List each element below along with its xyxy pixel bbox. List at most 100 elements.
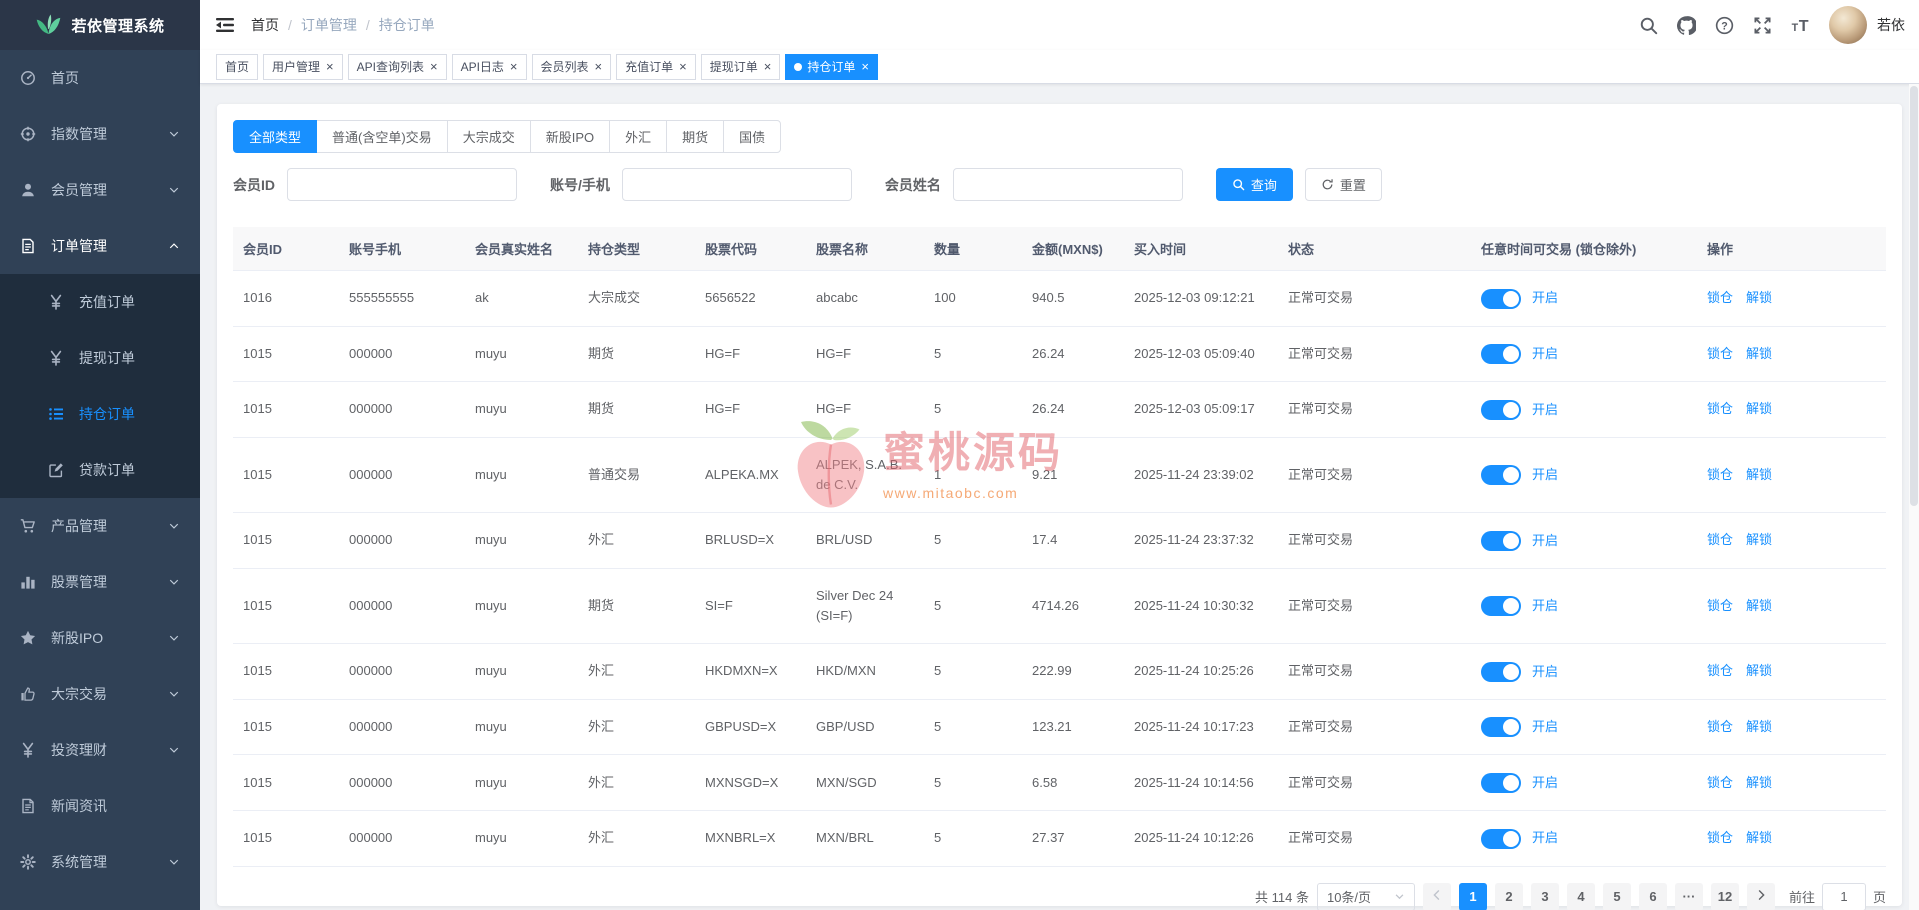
search-icon[interactable] xyxy=(1639,16,1658,35)
sidebar-item-0[interactable]: 首页 xyxy=(0,50,200,106)
next-page-button[interactable] xyxy=(1747,883,1775,910)
action-link-0[interactable]: 锁仓 xyxy=(1707,598,1733,613)
type-tab-0[interactable]: 全部类型 xyxy=(233,120,317,153)
sidebar-subitem-3[interactable]: 贷款订单 xyxy=(0,442,200,498)
account-phone-input[interactable] xyxy=(622,168,852,201)
sidebar-subitem-0[interactable]: 充值订单 xyxy=(0,274,200,330)
tradable-toggle[interactable] xyxy=(1481,717,1521,737)
member-name-input[interactable] xyxy=(953,168,1183,201)
help-icon[interactable]: ? xyxy=(1715,16,1734,35)
tag-4[interactable]: 会员列表× xyxy=(532,54,612,80)
page-button-4[interactable]: 4 xyxy=(1567,883,1595,910)
tag-5[interactable]: 充值订单× xyxy=(616,54,696,80)
action-link-0[interactable]: 锁仓 xyxy=(1707,467,1733,482)
pager-ellipsis[interactable]: ··· xyxy=(1675,883,1703,910)
close-icon[interactable]: × xyxy=(679,60,687,73)
action-link-0[interactable]: 锁仓 xyxy=(1707,346,1733,361)
action-link-1[interactable]: 解锁 xyxy=(1746,598,1772,613)
close-icon[interactable]: × xyxy=(595,60,603,73)
breadcrumb-item-0[interactable]: 首页 xyxy=(251,15,279,35)
tradable-toggle[interactable] xyxy=(1481,400,1521,420)
close-icon[interactable]: × xyxy=(764,60,772,73)
page-button-12[interactable]: 12 xyxy=(1711,883,1739,910)
sidebar-item-11[interactable]: 参数设置 xyxy=(0,890,200,910)
action-link-1[interactable]: 解锁 xyxy=(1746,401,1772,416)
action-link-0[interactable]: 锁仓 xyxy=(1707,532,1733,547)
github-icon[interactable] xyxy=(1677,16,1696,35)
action-link-0[interactable]: 锁仓 xyxy=(1707,775,1733,790)
scrollbar-thumb[interactable] xyxy=(1910,86,1918,506)
sidebar-item-1[interactable]: 指数管理 xyxy=(0,106,200,162)
app-logo[interactable]: 若依管理系统 xyxy=(0,0,200,50)
close-icon[interactable]: × xyxy=(861,60,869,73)
tradable-toggle[interactable] xyxy=(1481,344,1521,364)
tag-7[interactable]: 持仓订单× xyxy=(785,54,878,80)
type-tab-1[interactable]: 普通(含空单)交易 xyxy=(316,120,448,153)
action-link-1[interactable]: 解锁 xyxy=(1746,346,1772,361)
action-link-1[interactable]: 解锁 xyxy=(1746,775,1772,790)
page-button-1[interactable]: 1 xyxy=(1459,883,1487,910)
type-tab-6[interactable]: 国债 xyxy=(723,120,781,153)
action-link-1[interactable]: 解锁 xyxy=(1746,532,1772,547)
tag-6[interactable]: 提现订单× xyxy=(701,54,781,80)
sidebar-subitem-1[interactable]: 提现订单 xyxy=(0,330,200,386)
action-link-0[interactable]: 锁仓 xyxy=(1707,401,1733,416)
page-size-select[interactable]: 10条/页 xyxy=(1317,883,1415,910)
search-button[interactable]: 查询 xyxy=(1216,168,1293,201)
page-button-6[interactable]: 6 xyxy=(1639,883,1667,910)
type-tab-2[interactable]: 大宗成交 xyxy=(447,120,531,153)
prev-page-button[interactable] xyxy=(1423,883,1451,910)
action-link-1[interactable]: 解锁 xyxy=(1746,290,1772,305)
font-size-icon[interactable]: TT xyxy=(1791,16,1810,35)
action-link-0[interactable]: 锁仓 xyxy=(1707,719,1733,734)
reset-button[interactable]: 重置 xyxy=(1305,168,1382,201)
tag-0[interactable]: 首页 xyxy=(216,54,258,80)
cell-4: BRLUSD=X xyxy=(695,513,806,569)
tradable-toggle[interactable] xyxy=(1481,596,1521,616)
action-link-0[interactable]: 锁仓 xyxy=(1707,290,1733,305)
tradable-toggle[interactable] xyxy=(1481,773,1521,793)
sidebar-item-2[interactable]: 会员管理 xyxy=(0,162,200,218)
sidebar-item-5[interactable]: 股票管理 xyxy=(0,554,200,610)
sidebar-item-6[interactable]: 新股IPO xyxy=(0,610,200,666)
sidebar-item-7[interactable]: 大宗交易 xyxy=(0,666,200,722)
fullscreen-icon[interactable] xyxy=(1753,16,1772,35)
tag-3[interactable]: API日志× xyxy=(452,54,527,80)
sidebar-item-9[interactable]: 新闻资讯 xyxy=(0,778,200,834)
goto-page-input[interactable] xyxy=(1822,883,1866,910)
tag-2[interactable]: API查询列表× xyxy=(348,54,447,80)
sidebar-item-4[interactable]: 产品管理 xyxy=(0,498,200,554)
close-icon[interactable]: × xyxy=(510,60,518,73)
cell-7: 6.58 xyxy=(1022,755,1124,811)
type-tab-5[interactable]: 期货 xyxy=(666,120,724,153)
hamburger-icon[interactable] xyxy=(215,15,235,35)
member-id-input[interactable] xyxy=(287,168,517,201)
sidebar-item-8[interactable]: 投资理财 xyxy=(0,722,200,778)
type-tab-4[interactable]: 外汇 xyxy=(609,120,667,153)
action-link-1[interactable]: 解锁 xyxy=(1746,467,1772,482)
page-button-2[interactable]: 2 xyxy=(1495,883,1523,910)
page-button-5[interactable]: 5 xyxy=(1603,883,1631,910)
action-link-1[interactable]: 解锁 xyxy=(1746,663,1772,678)
action-link-1[interactable]: 解锁 xyxy=(1746,719,1772,734)
user-name[interactable]: 若依 xyxy=(1877,15,1905,35)
sidebar-item-10[interactable]: 系统管理 xyxy=(0,834,200,890)
tag-1[interactable]: 用户管理× xyxy=(263,54,343,80)
tradable-toggle[interactable] xyxy=(1481,662,1521,682)
action-link-0[interactable]: 锁仓 xyxy=(1707,663,1733,678)
tradable-toggle[interactable] xyxy=(1481,531,1521,551)
close-icon[interactable]: × xyxy=(326,60,334,73)
app-title: 若依管理系统 xyxy=(71,15,164,36)
type-tab-3[interactable]: 新股IPO xyxy=(530,120,610,153)
tradable-toggle[interactable] xyxy=(1481,465,1521,485)
tradable-toggle[interactable] xyxy=(1481,289,1521,309)
page-button-3[interactable]: 3 xyxy=(1531,883,1559,910)
tradable-toggle[interactable] xyxy=(1481,829,1521,849)
cell-6: 5 xyxy=(924,644,1022,700)
action-link-0[interactable]: 锁仓 xyxy=(1707,830,1733,845)
user-avatar[interactable] xyxy=(1829,6,1867,44)
action-link-1[interactable]: 解锁 xyxy=(1746,830,1772,845)
sidebar-item-3[interactable]: 订单管理 xyxy=(0,218,200,274)
close-icon[interactable]: × xyxy=(430,60,438,73)
sidebar-subitem-2[interactable]: 持仓订单 xyxy=(0,386,200,442)
